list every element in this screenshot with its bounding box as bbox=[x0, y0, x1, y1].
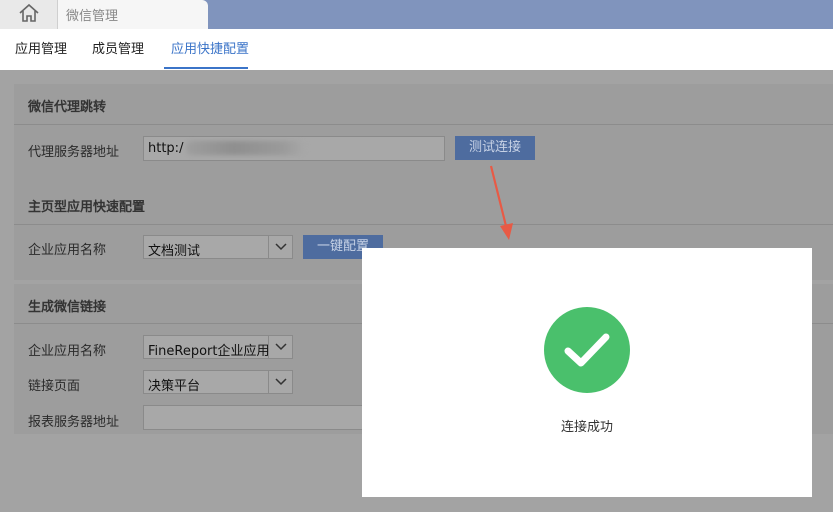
top-tab-bar: 微信管理 bbox=[0, 0, 833, 29]
divider bbox=[14, 224, 833, 225]
proxy-server-label: 代理服务器地址 bbox=[28, 145, 120, 160]
success-dialog: 连接成功 bbox=[362, 248, 812, 497]
link-app-name-label: 企业应用名称 bbox=[28, 344, 107, 359]
link-page-label: 链接页面 bbox=[28, 379, 81, 394]
report-server-input[interactable] bbox=[143, 405, 373, 430]
subnav-member-management[interactable]: 成员管理 bbox=[92, 29, 144, 70]
annotation-arrow-icon bbox=[489, 165, 513, 240]
check-circle-icon bbox=[544, 307, 630, 393]
homepage-app-select[interactable]: 文档测试 bbox=[143, 235, 293, 259]
redacted-address bbox=[186, 141, 306, 155]
link-page-select-value: 决策平台 bbox=[148, 379, 201, 394]
success-message: 连接成功 bbox=[560, 420, 613, 435]
proxy-panel bbox=[14, 84, 833, 184]
tab-label: 微信管理 bbox=[66, 9, 119, 24]
subnav-app-quick-config[interactable]: 应用快捷配置 bbox=[171, 29, 249, 70]
section-title-link: 生成微信链接 bbox=[28, 300, 107, 315]
link-app-select[interactable]: FineReport企业应用 bbox=[143, 335, 293, 359]
chevron-down-icon bbox=[268, 371, 292, 393]
divider bbox=[14, 124, 833, 125]
section-title-proxy: 微信代理跳转 bbox=[28, 100, 107, 115]
homepage-app-select-value: 文档测试 bbox=[148, 244, 201, 259]
home-tab[interactable] bbox=[0, 0, 58, 29]
active-tab-indicator bbox=[164, 67, 248, 69]
subnav-app-management[interactable]: 应用管理 bbox=[15, 29, 67, 70]
homepage-app-name-label: 企业应用名称 bbox=[28, 243, 107, 258]
chevron-down-icon bbox=[268, 336, 292, 358]
home-icon bbox=[18, 3, 40, 27]
link-page-select[interactable]: 决策平台 bbox=[143, 370, 293, 394]
report-server-label: 报表服务器地址 bbox=[28, 415, 120, 430]
test-connection-button[interactable]: 测试连接 bbox=[455, 136, 535, 160]
link-app-select-value: FineReport企业应用 bbox=[148, 344, 270, 359]
chevron-down-icon bbox=[268, 236, 292, 258]
proxy-server-value: http:/ bbox=[148, 141, 184, 156]
tab-wechat-management[interactable]: 微信管理 bbox=[58, 0, 208, 29]
section-title-homepage: 主页型应用快速配置 bbox=[28, 200, 146, 215]
sub-navigation: 应用管理 成员管理 应用快捷配置 bbox=[0, 29, 833, 70]
